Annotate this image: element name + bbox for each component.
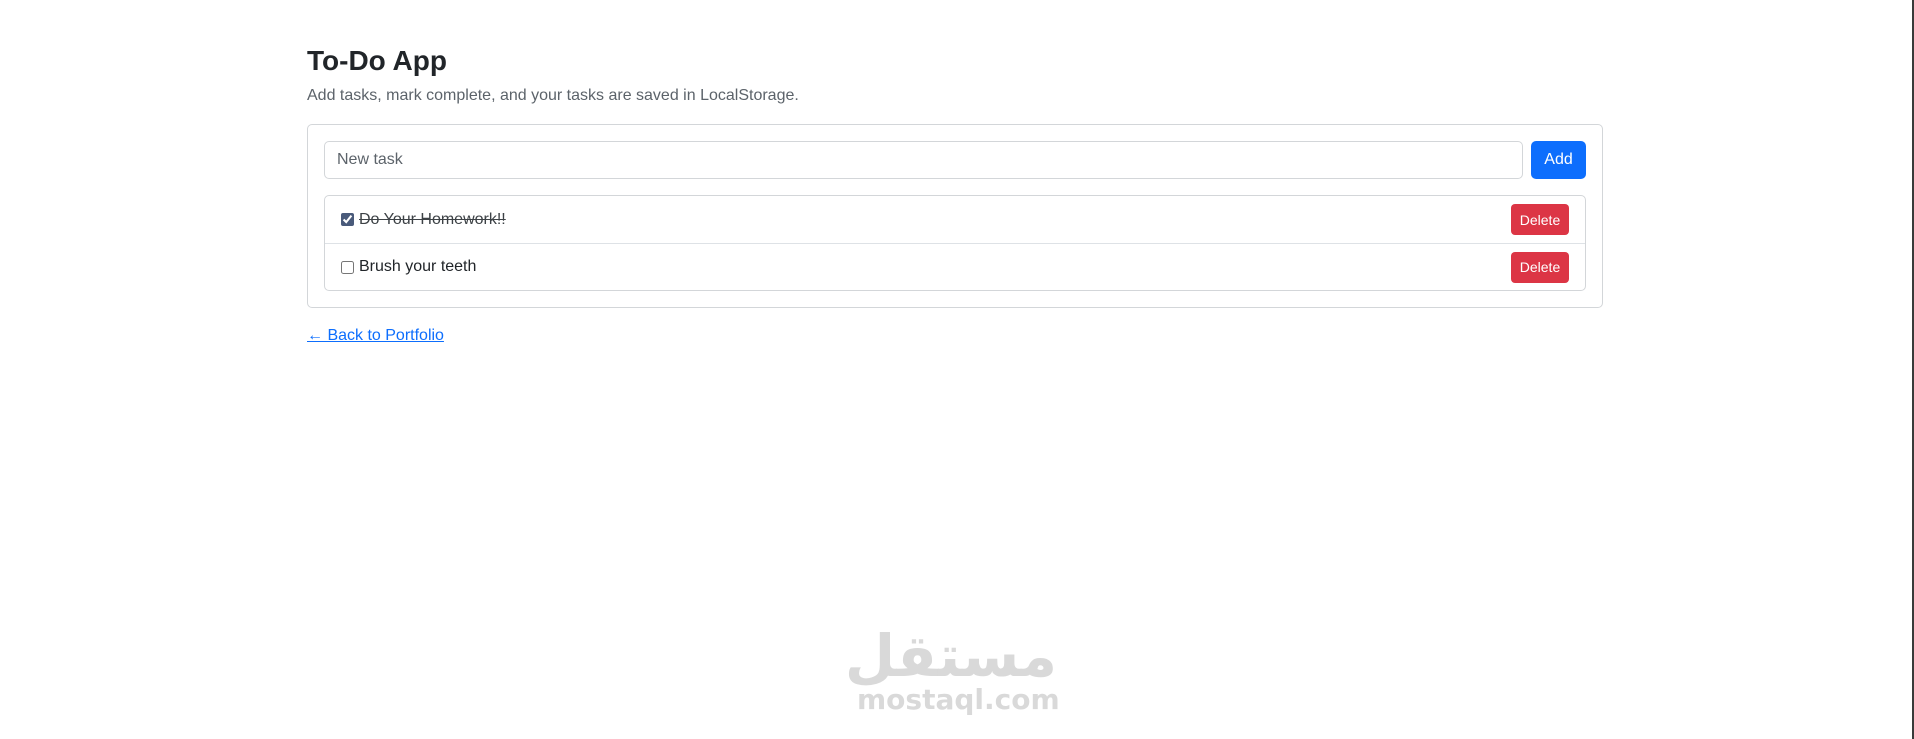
task-label: Brush your teeth bbox=[359, 258, 477, 275]
delete-task-button[interactable]: Delete bbox=[1511, 204, 1569, 235]
page: To-Do App Add tasks, mark complete, and … bbox=[0, 0, 1914, 739]
task-complete-checkbox[interactable] bbox=[341, 213, 354, 226]
task-list: Do Your Homework!! Delete Brush your tee… bbox=[324, 195, 1586, 291]
new-task-input[interactable] bbox=[324, 141, 1523, 179]
add-task-button[interactable]: Add bbox=[1531, 141, 1586, 179]
watermark-logo: مستقل bbox=[844, 622, 1057, 690]
back-to-portfolio-link[interactable]: ← Back to Portfolio bbox=[307, 327, 444, 345]
task-item: Brush your teeth Delete bbox=[325, 243, 1585, 290]
todo-app-container: To-Do App Add tasks, mark complete, and … bbox=[307, 42, 1603, 345]
page-title: To-Do App bbox=[307, 45, 447, 76]
delete-task-button[interactable]: Delete bbox=[1511, 251, 1569, 283]
watermark-domain: mostaql.com bbox=[857, 683, 1060, 716]
todo-card: Add Do Your Homework!! Delete Brush your… bbox=[307, 124, 1603, 308]
task-label: Do Your Homework!! bbox=[359, 210, 506, 228]
page-subtitle: Add tasks, mark complete, and your tasks… bbox=[307, 87, 799, 104]
mostaql-watermark: مستقل mostaql.com bbox=[844, 622, 1060, 716]
task-complete-checkbox[interactable] bbox=[341, 260, 354, 274]
task-item: Do Your Homework!! Delete bbox=[325, 196, 1585, 243]
add-task-form: Add bbox=[324, 141, 1586, 179]
